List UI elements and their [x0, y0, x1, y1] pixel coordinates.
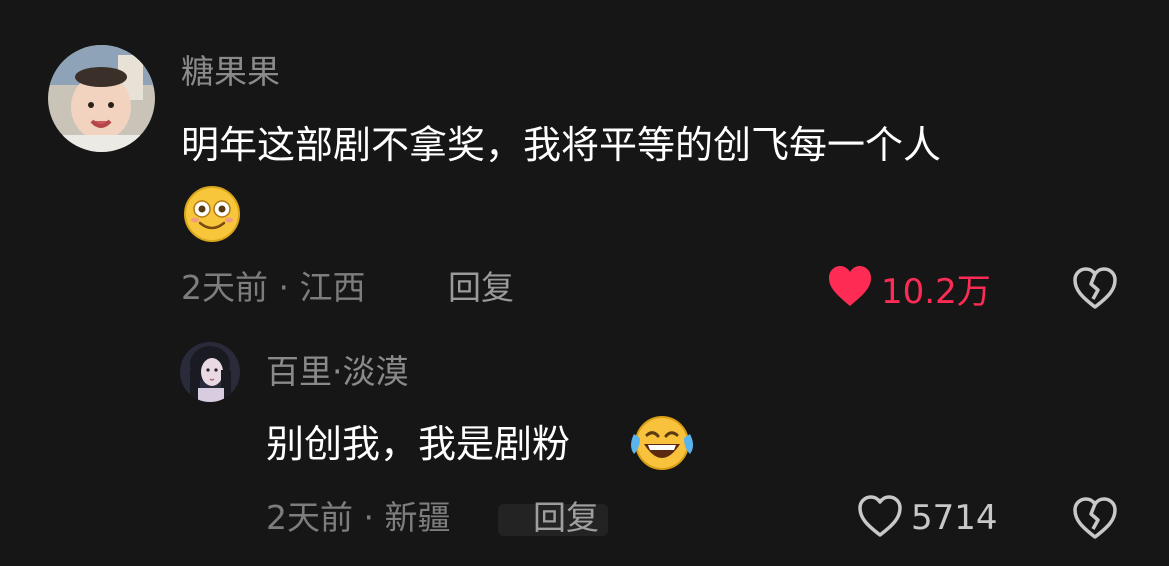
- heart-outline-icon: [857, 494, 903, 542]
- tears-of-joy-emoji-icon: [628, 414, 696, 472]
- comment-username[interactable]: 糖果果: [181, 50, 280, 94]
- reply-text: 别创我，我是剧粉: [266, 420, 570, 468]
- comment-meta: 2天前 · 江西: [181, 266, 366, 310]
- user-avatar[interactable]: [48, 45, 155, 152]
- reply-time: 2天前: [266, 498, 353, 537]
- reply-like-button[interactable]: 5714: [857, 494, 998, 542]
- comment-thread: 糖果果 明年这部剧不拿奖，我将平等的创飞每一个人 2天前 · 江西 回复 10.…: [0, 0, 1169, 566]
- reply-user-avatar[interactable]: [180, 342, 240, 402]
- baby-avatar-image: [48, 45, 155, 152]
- reply-meta: 2天前 · 新疆: [266, 496, 451, 540]
- broken-heart-dislike-icon[interactable]: [1072, 496, 1118, 540]
- reply-like-count: 5714: [911, 498, 998, 538]
- girl-avatar-image: [180, 342, 240, 402]
- comment-like-button[interactable]: 10.2万: [827, 264, 991, 312]
- heart-filled-icon: [827, 264, 873, 312]
- reply-location: 新疆: [384, 498, 451, 537]
- watermark-overlay: [498, 500, 608, 540]
- slightly-smiling-face-emoji-icon: [183, 185, 241, 243]
- meta-separator: ·: [363, 498, 375, 537]
- comment-location: 江西: [299, 268, 366, 307]
- comment-reply-button[interactable]: 回复: [448, 266, 514, 310]
- reply-text-body: 别创我，我是剧粉: [266, 422, 571, 466]
- comment-time: 2天前: [181, 268, 268, 307]
- reply-username[interactable]: 百里·淡漠: [266, 350, 409, 394]
- broken-heart-dislike-icon[interactable]: [1072, 266, 1118, 310]
- meta-separator: ·: [278, 268, 290, 307]
- comment-text: 明年这部剧不拿奖，我将平等的创飞每一个人: [181, 123, 942, 167]
- comment-like-count: 10.2万: [881, 271, 991, 312]
